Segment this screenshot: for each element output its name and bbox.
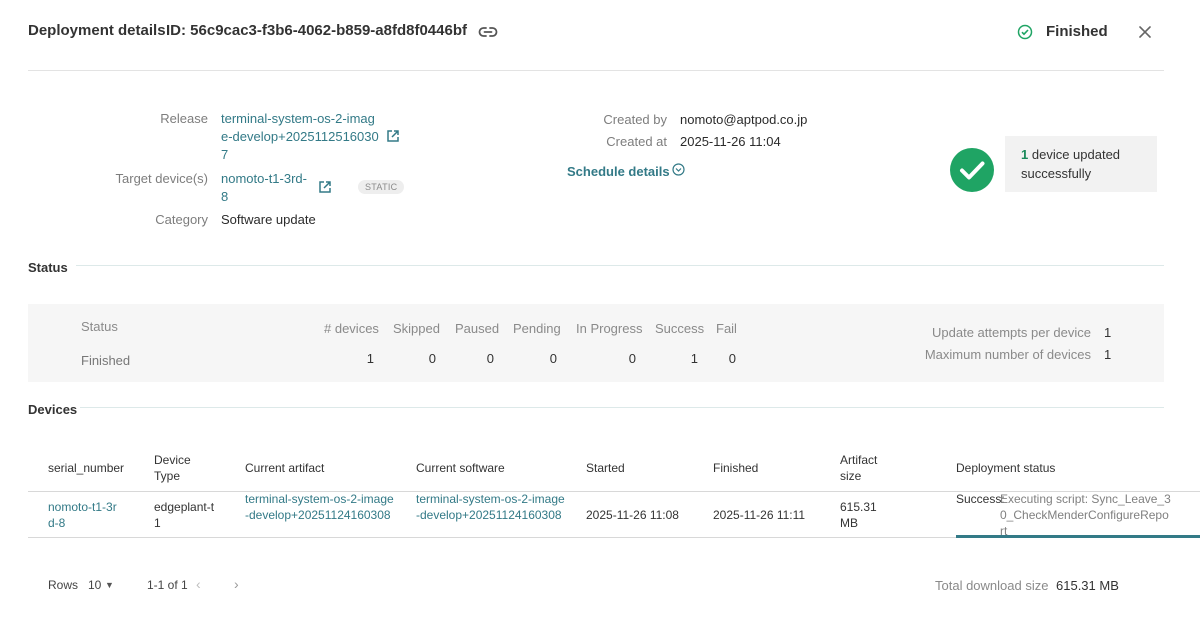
- rows-per-page-select[interactable]: 10: [88, 578, 101, 592]
- deployment-progress-bar: [956, 535, 1200, 538]
- serial-number-link[interactable]: nomoto-t1-3rd-8: [48, 499, 118, 531]
- col-serial-number[interactable]: serial_number: [48, 460, 124, 476]
- success-check-icon: [950, 148, 994, 192]
- col-finished[interactable]: Finished: [713, 460, 758, 476]
- pending-value: 0: [549, 351, 557, 366]
- current-artifact-link[interactable]: terminal-system-os-2-image-develop+20251…: [245, 491, 395, 523]
- max-devices-label: Maximum number of devices: [924, 347, 1091, 362]
- devices-section-title: Devices: [28, 402, 78, 417]
- col-deployment-status[interactable]: Deployment status: [956, 460, 1055, 476]
- artifact-size-cell: 615.31 MB: [840, 500, 877, 530]
- check-circle-icon: [1017, 24, 1033, 40]
- category-label: Category: [155, 212, 208, 227]
- success-header: Success: [655, 321, 705, 336]
- created-by-value: nomoto@aptpod.co.jp: [680, 112, 808, 127]
- header-divider: [28, 70, 1164, 71]
- skipped-header: Skipped: [393, 321, 440, 336]
- devices-count-header: # devices: [324, 321, 379, 336]
- chevron-left-icon: ‹: [196, 576, 201, 592]
- target-device-link[interactable]: nomoto-t1-3rd-8: [221, 170, 307, 206]
- total-download-size-label: Total download size: [935, 578, 1049, 593]
- update-attempts-value: 1: [1104, 325, 1112, 340]
- skipped-value: 0: [428, 351, 436, 366]
- current-software-link[interactable]: terminal-system-os-2-image-develop+20251…: [416, 491, 566, 523]
- status-section-divider: [76, 265, 1164, 266]
- status-header: Status: [81, 319, 118, 334]
- updated-text: device updated successfully: [1021, 147, 1121, 181]
- created-at-label: Created at: [606, 134, 667, 149]
- devices-count-value: 1: [366, 351, 374, 366]
- caret-down-icon[interactable]: ▼: [105, 580, 114, 590]
- target-devices-label: Target device(s): [115, 171, 208, 186]
- category-value: Software update: [221, 212, 316, 227]
- rows-per-page-label: Rows: [48, 578, 79, 592]
- in-progress-value: 0: [628, 351, 636, 366]
- page-title: Deployment details: [28, 22, 166, 39]
- finished-cell: 2025-11-26 11:11: [713, 508, 806, 522]
- fail-header: Fail: [716, 321, 737, 336]
- deployment-id: ID: 56c9cac3-f3b6-4062-b859-a8fd8f0446bf: [166, 22, 467, 39]
- status-section-title: Status: [28, 260, 68, 275]
- deployment-status: Finished: [1046, 23, 1108, 40]
- schedule-details-label: Schedule details: [567, 163, 670, 179]
- close-icon[interactable]: [1136, 23, 1154, 41]
- external-link-icon[interactable]: [386, 129, 400, 143]
- devices-updated-summary: 1 device updated successfully: [1005, 136, 1157, 192]
- success-value: 1: [690, 351, 698, 366]
- col-device-type[interactable]: Device Type: [154, 452, 204, 484]
- chevron-down-icon: [671, 163, 685, 179]
- pending-header: Pending: [513, 321, 561, 336]
- fail-value: 0: [728, 351, 736, 366]
- col-current-software[interactable]: Current software: [416, 460, 505, 476]
- device-type-cell: edgeplant-t1: [154, 500, 215, 530]
- created-at-value: 2025-11-26 11:04: [680, 134, 781, 149]
- updated-count: 1: [1021, 147, 1029, 162]
- static-badge: STATIC: [358, 180, 405, 194]
- devices-section-divider: [80, 407, 1164, 408]
- status-panel: [28, 304, 1164, 382]
- in-progress-header: In Progress: [576, 321, 643, 336]
- copy-link-icon[interactable]: [478, 23, 498, 41]
- previous-page-button[interactable]: ‹: [196, 576, 201, 592]
- release-link[interactable]: terminal-system-os-2-image-develop+20251…: [221, 110, 379, 164]
- update-attempts-label: Update attempts per device: [932, 325, 1091, 340]
- release-label: Release: [160, 111, 208, 126]
- table-row-divider: [28, 537, 956, 538]
- paused-header: Paused: [455, 321, 500, 336]
- col-artifact-size[interactable]: Artifact size: [840, 452, 890, 484]
- schedule-details-button[interactable]: Schedule details: [567, 163, 685, 179]
- col-started[interactable]: Started: [586, 460, 625, 476]
- status-detail-text: Executing script: Sync_Leave_30_CheckMen…: [1000, 492, 1171, 537]
- chevron-right-icon: ›: [234, 576, 239, 592]
- external-link-icon[interactable]: [318, 180, 332, 194]
- next-page-button[interactable]: ›: [234, 576, 239, 592]
- status-success-label: Success:: [956, 492, 1005, 506]
- status-value: Finished: [81, 353, 131, 368]
- max-devices-value: 1: [1104, 347, 1112, 362]
- pagination-range: 1-1 of 1: [147, 578, 188, 592]
- total-download-size-value: 615.31 MB: [1056, 578, 1119, 593]
- col-current-artifact[interactable]: Current artifact: [245, 460, 324, 476]
- paused-value: 0: [486, 351, 494, 366]
- started-cell: 2025-11-26 11:08: [586, 508, 679, 522]
- created-by-label: Created by: [603, 112, 667, 127]
